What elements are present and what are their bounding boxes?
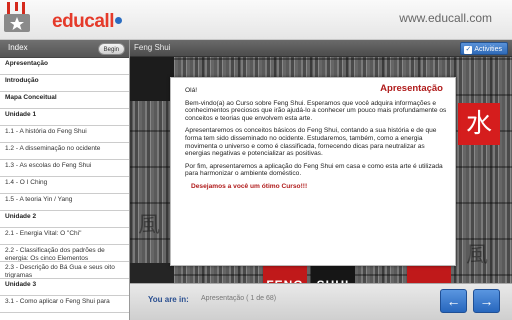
logo-dot-icon [114, 17, 122, 24]
sidebar-item[interactable]: Unidade 2 [0, 211, 129, 228]
intro-paragraph: Bem-vindo(a) ao Curso sobre Feng Shui. E… [185, 99, 447, 122]
sidebar-item[interactable]: 1.5 - A teoria Yin / Yang [0, 194, 129, 211]
wood-background: 風 風 水 FENG SHUI Apresentação Olá! Bem-vi… [130, 57, 512, 312]
dark-tile [130, 57, 174, 101]
index-list: Apresentação Introdução Mapa Conceitual Uni… [0, 58, 129, 313]
current-location: Apresentação ( 1 de 68) [201, 295, 277, 302]
sidebar-item[interactable]: Mapa Conceitual [0, 92, 129, 109]
application-paragraph: Por fim, apresentaremos a aplicação do F… [185, 162, 443, 178]
concepts-paragraph: Apresentaremos os conceitos básicos do F… [185, 127, 437, 158]
activities-button[interactable]: ✓ Activities [460, 42, 508, 55]
course-title: Feng Shui [134, 43, 171, 52]
sidebar-item[interactable]: 2.1 - Energia Vital: O "Chi" [0, 228, 129, 245]
app-header: educall www.educall.com [0, 0, 512, 40]
sidebar-item[interactable]: 1.1 - A história do Feng Shui [0, 126, 129, 143]
sidebar-item[interactable]: Introdução [0, 75, 129, 92]
sidebar-item[interactable]: 2.2 - Classificação dos padrões de energ… [0, 245, 129, 262]
begin-button[interactable]: Begin [97, 43, 125, 55]
activities-label: Activities [474, 46, 502, 53]
wind-kanji-tile: 風 [138, 213, 161, 238]
sidebar-title: Index [8, 43, 28, 52]
sidebar-item[interactable]: Unidade 3 [0, 279, 129, 296]
sidebar-item[interactable]: Apresentação [0, 58, 129, 75]
wind-kanji-tile-right: 風 [466, 243, 489, 268]
previous-button[interactable]: ← [440, 289, 467, 313]
sidebar-item[interactable]: Unidade 1 [0, 109, 129, 126]
sidebar-item[interactable]: 1.3 - As escolas do Feng Shui [0, 160, 129, 177]
sidebar-item[interactable]: 1.2 - A disseminação no ocidente [0, 143, 129, 160]
main-content: Feng Shui ✓Activities 風 風 水 FENG SHUI Ap… [130, 40, 512, 320]
arrow-right-icon: → [479, 293, 494, 309]
footer-bar: You are in: Apresentação ( 1 de 68) ← → [130, 283, 512, 320]
content-title-bar: Feng Shui ✓ Activities [130, 40, 512, 57]
next-button[interactable]: → [473, 289, 500, 313]
greeting: Olá! [185, 87, 198, 94]
checkmark-icon: ✓ [464, 46, 473, 54]
sidebar-item[interactable]: 1.4 - O I Ching [0, 177, 129, 194]
you-are-in-label: You are in: [148, 295, 189, 304]
sidebar-item[interactable]: 3.1 - Como aplicar o Feng Shui para [0, 296, 129, 313]
sidebar-item[interactable]: 2.3 - Descrição do Bá Gua e seus oito tr… [0, 262, 129, 279]
sidebar-header: Index Begin [0, 40, 129, 58]
panel-body: Olá! Bem-vindo(a) ao Curso sobre Feng Sh… [185, 87, 447, 196]
site-url: www.educall.com [399, 11, 492, 25]
presentation-panel: Apresentação Olá! Bem-vindo(a) ao Curso … [170, 77, 456, 266]
water-kanji-tile: 水 [458, 103, 500, 145]
arrow-left-icon: ← [446, 293, 461, 309]
index-sidebar: Index Begin Apresentação Introdução Mapa C… [0, 40, 130, 320]
closing-line: Desejamos a você um ótimo Curso!!! [191, 182, 308, 190]
logo-text: educall [52, 11, 122, 33]
educall-logo-icon [4, 2, 30, 32]
